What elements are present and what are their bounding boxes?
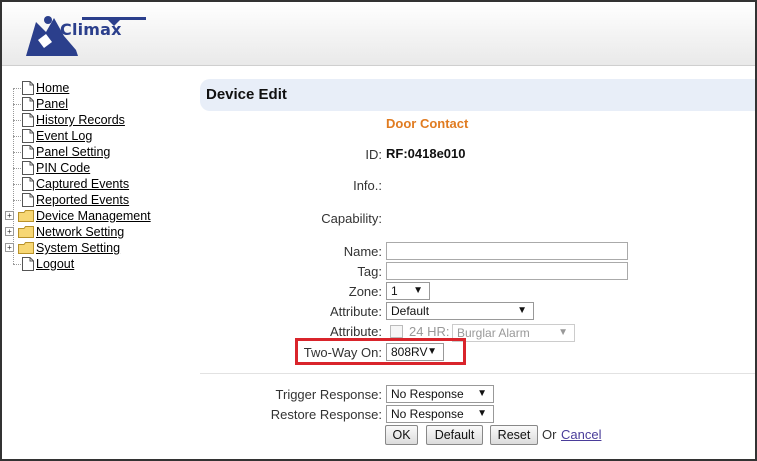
sidebar-item-history-records[interactable]: History Records [4, 112, 194, 128]
twoway-select[interactable]: 808RV ▼ [386, 343, 444, 361]
hr24-checkbox[interactable] [390, 325, 403, 338]
sidebar-link-logout[interactable]: Logout [36, 257, 74, 271]
capability-label: Capability: [321, 211, 382, 226]
sidebar-link-panel-setting[interactable]: Panel Setting [36, 145, 110, 159]
expand-icon[interactable]: + [5, 227, 14, 236]
sidebar-item-device-management[interactable]: + Device Management [4, 208, 194, 224]
sidebar-item-event-log[interactable]: Event Log [4, 128, 194, 144]
page-icon [22, 257, 34, 271]
sidebar-link-home[interactable]: Home [36, 81, 69, 95]
sidebar-link-panel[interactable]: Panel [36, 97, 68, 111]
brand-name: Climax [60, 20, 122, 39]
sidebar-link-network-setting[interactable]: Network Setting [36, 225, 124, 239]
trigger-response-label: Trigger Response: [275, 387, 382, 402]
ok-button[interactable]: OK [385, 425, 418, 445]
sidebar-link-event-log[interactable]: Event Log [36, 129, 92, 143]
restore-response-select[interactable]: No Response ▼ [386, 405, 494, 423]
page-icon [22, 161, 34, 175]
page-icon [22, 81, 34, 95]
sidebar-item-system-setting[interactable]: + System Setting [4, 240, 194, 256]
sidebar-link-device-management[interactable]: Device Management [36, 209, 151, 223]
twoway-select-value: 808RV [391, 345, 428, 359]
sidebar-item-home[interactable]: Home [4, 80, 194, 96]
tag-input[interactable] [386, 262, 628, 280]
page-icon [22, 97, 34, 111]
trigger-response-value: No Response [391, 387, 464, 401]
page-icon [22, 113, 34, 127]
sidebar-item-pin-code[interactable]: PIN Code [4, 160, 194, 176]
chevron-down-icon: ▼ [517, 305, 527, 316]
sidebar-item-panel[interactable]: Panel [4, 96, 194, 112]
attribute-label: Attribute: [329, 304, 382, 319]
expand-icon[interactable]: + [5, 211, 14, 220]
header: Climax [2, 2, 755, 66]
device-type-label: Door Contact [386, 116, 469, 131]
id-value: RF:0418e010 [386, 146, 466, 161]
attribute-select[interactable]: Default ▼ [386, 302, 534, 320]
section-divider [200, 373, 755, 374]
chevron-down-icon: ▼ [477, 408, 487, 419]
info-label: Info.: [353, 178, 382, 193]
hr24-alarm-select-value: Burglar Alarm [457, 326, 530, 340]
chevron-down-icon: ▼ [413, 285, 423, 296]
cancel-link[interactable]: Cancel [561, 427, 601, 442]
sidebar-link-system-setting[interactable]: System Setting [36, 241, 120, 255]
sidebar-link-reported-events[interactable]: Reported Events [36, 193, 129, 207]
tag-label: Tag: [357, 264, 382, 279]
folder-icon [18, 242, 34, 254]
hr24-label: 24 HR: [409, 324, 450, 339]
reset-button[interactable]: Reset [490, 425, 538, 445]
attribute2-label: Attribute: [329, 324, 382, 339]
restore-response-label: Restore Response: [270, 407, 382, 422]
page-icon [22, 145, 34, 159]
or-text: Or [542, 427, 557, 442]
name-label: Name: [343, 244, 382, 259]
sidebar-item-captured-events[interactable]: Captured Events [4, 176, 194, 192]
page-icon [22, 177, 34, 191]
page-icon [22, 193, 34, 207]
zone-select[interactable]: 1 ▼ [386, 282, 430, 300]
sidebar-item-logout[interactable]: Logout [4, 256, 194, 272]
page-title-bar: Device Edit [200, 79, 755, 111]
hr24-alarm-select[interactable]: Burglar Alarm ▼ [452, 324, 575, 342]
sidebar-item-panel-setting[interactable]: Panel Setting [4, 144, 194, 160]
chevron-down-icon: ▼ [558, 327, 568, 338]
chevron-down-icon: ▼ [477, 388, 487, 399]
zone-select-value: 1 [391, 284, 398, 298]
sidebar-nav: Home Panel History Records Event Log Pan… [4, 80, 194, 272]
trigger-response-select[interactable]: No Response ▼ [386, 385, 494, 403]
page-title: Device Edit [206, 86, 287, 103]
sidebar-item-network-setting[interactable]: + Network Setting [4, 224, 194, 240]
attribute-select-value: Default [391, 304, 430, 318]
sidebar-link-history-records[interactable]: History Records [36, 113, 125, 127]
folder-icon [18, 226, 34, 238]
zone-label: Zone: [348, 284, 382, 299]
page-icon [22, 129, 34, 143]
chevron-down-icon: ▼ [427, 346, 437, 357]
default-button[interactable]: Default [426, 425, 483, 445]
sidebar-link-captured-events[interactable]: Captured Events [36, 177, 129, 191]
id-label: ID: [365, 147, 382, 162]
expand-icon[interactable]: + [5, 243, 14, 252]
sidebar-link-pin-code[interactable]: PIN Code [36, 161, 90, 175]
twoway-label: Two-Way On: [303, 345, 382, 360]
sidebar-item-reported-events[interactable]: Reported Events [4, 192, 194, 208]
folder-icon [18, 210, 34, 222]
name-input[interactable] [386, 242, 628, 260]
restore-response-value: No Response [391, 407, 464, 421]
